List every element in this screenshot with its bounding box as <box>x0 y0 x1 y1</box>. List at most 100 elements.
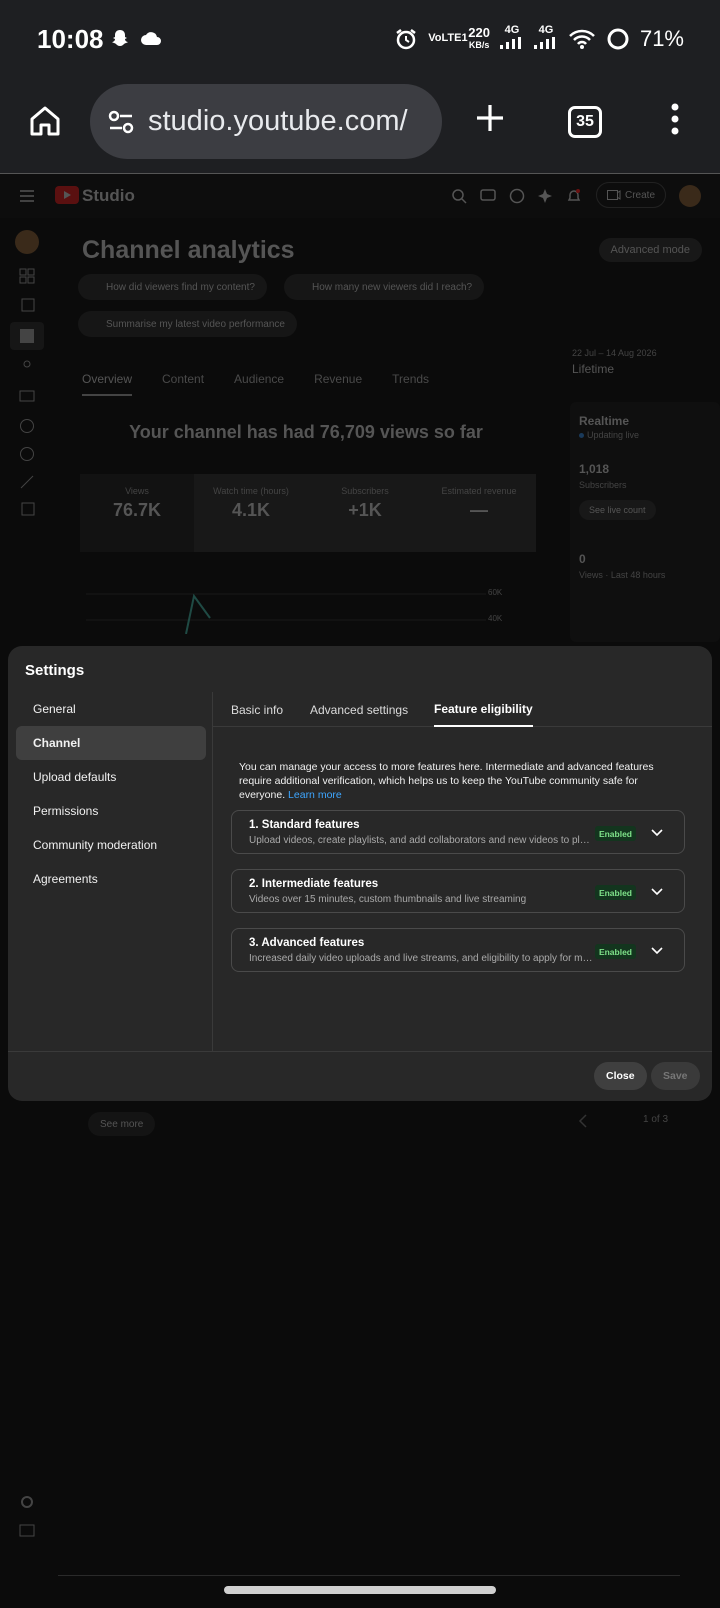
status-badge: Enabled <box>594 944 636 959</box>
nav-item-permissions[interactable]: Permissions <box>16 794 206 828</box>
chevron-down-icon[interactable] <box>650 943 664 957</box>
metric-cards: Views 76.7K Watch time (hours) 4.1K Subscr… <box>80 474 536 552</box>
nav-item-general[interactable]: General <box>16 692 206 726</box>
help-icon[interactable] <box>509 188 525 204</box>
create-button[interactable]: Create <box>596 182 667 208</box>
chevron-down-icon[interactable] <box>650 825 664 839</box>
tab-audience[interactable]: Audience <box>234 372 284 396</box>
status-bar: 10:08 VoLTE1 220 KB/s 4G 4G 71% <box>0 0 720 80</box>
content-icon[interactable] <box>19 298 35 314</box>
analytics-tabs: Overview Content Audience Revenue Trends <box>82 372 429 396</box>
metric-label: Views <box>125 486 149 496</box>
feature-description: Upload videos, create playlists, and add… <box>249 835 594 846</box>
subtitles-icon[interactable] <box>19 388 35 404</box>
analytics-icon[interactable] <box>19 328 35 344</box>
date-range: 22 Jul – 14 Aug 2026 <box>572 348 657 358</box>
settings-gear-icon[interactable] <box>19 1494 35 1510</box>
account-avatar[interactable] <box>679 185 701 207</box>
metric-card[interactable]: Views 76.7K <box>80 474 194 552</box>
tab-switcher-button[interactable]: 35 <box>568 106 602 138</box>
tab-trends[interactable]: Trends <box>392 372 429 396</box>
metric-card[interactable]: Subscribers +1K <box>308 474 422 552</box>
notifications-icon[interactable] <box>566 188 582 204</box>
cloud-icon <box>141 32 161 45</box>
learn-more-link[interactable]: Learn more <box>288 789 342 801</box>
feature-card-advanced[interactable]: 3. Advanced features Increased daily vid… <box>231 928 685 972</box>
nav-item-upload-defaults[interactable]: Upload defaults <box>16 760 206 794</box>
gesture-home-bar[interactable] <box>224 1586 496 1594</box>
page-title: Channel analytics <box>82 236 295 264</box>
realtime-title: Realtime <box>579 414 630 428</box>
save-button[interactable]: Save <box>651 1062 700 1090</box>
status-system-icons: VoLTE1 220 KB/s 4G 4G 71% <box>394 24 684 53</box>
signal-2: 4G <box>533 24 558 53</box>
suggestion-chip[interactable]: How did viewers find my content? <box>78 274 267 300</box>
tab-feature-eligibility[interactable]: Feature eligibility <box>434 692 533 727</box>
nav-item-community-moderation[interactable]: Community moderation <box>16 828 206 862</box>
metric-value: 76.7K <box>112 500 162 520</box>
feature-card-intermediate[interactable]: 2. Intermediate features Videos over 15 … <box>231 869 685 913</box>
url-bar[interactable]: studio.youtube.com/ <box>90 84 442 159</box>
earn-icon[interactable] <box>19 446 35 462</box>
metric-value: +1K <box>348 500 382 520</box>
browser-toolbar: studio.youtube.com/ 35 <box>0 80 720 174</box>
dialog-title: Settings <box>25 662 85 679</box>
net-speed-unit: KB/s <box>468 39 490 50</box>
more-menu-icon[interactable] <box>665 102 685 136</box>
signal-1-label: 4G <box>504 24 520 36</box>
home-icon[interactable] <box>28 104 62 138</box>
close-button[interactable]: Close <box>594 1062 647 1090</box>
realtime-status: Updating live <box>579 430 639 440</box>
nav-item-agreements[interactable]: Agreements <box>16 862 206 896</box>
channel-avatar[interactable] <box>15 230 39 254</box>
signal-bars-icon <box>533 37 555 49</box>
community-icon[interactable] <box>19 358 35 374</box>
net-speed-value: 220 <box>468 24 490 40</box>
divider <box>58 1575 680 1576</box>
advanced-mode-button[interactable]: Advanced mode <box>598 238 702 262</box>
metric-card[interactable]: Watch time (hours) 4.1K <box>194 474 308 552</box>
live-dot-icon <box>579 432 584 438</box>
dashboard-icon[interactable] <box>19 268 35 284</box>
sparkle-icon[interactable] <box>537 188 553 204</box>
tab-revenue[interactable]: Revenue <box>314 372 362 396</box>
search-icon[interactable] <box>451 188 467 204</box>
suggestion-chip[interactable]: Summarise my latest video performance <box>78 311 297 337</box>
youtube-logo-icon[interactable] <box>55 186 79 204</box>
period-selector[interactable]: Lifetime <box>572 362 614 376</box>
feedback-icon[interactable] <box>480 188 496 204</box>
send-feedback-icon[interactable] <box>19 1524 35 1540</box>
site-settings-icon[interactable] <box>106 107 136 137</box>
metric-label: Subscribers <box>341 486 389 496</box>
tab-content[interactable]: Content <box>162 372 204 396</box>
feature-title: 3. Advanced features <box>249 937 365 949</box>
studio-header: Studio Create <box>0 174 720 218</box>
views-chart <box>86 593 486 634</box>
vertical-divider <box>212 692 213 1051</box>
realtime-views-label: Views · Last 48 hours <box>579 570 666 580</box>
chart-tick: 40K <box>488 614 503 623</box>
realtime-subs-label: Subscribers <box>579 480 627 490</box>
hamburger-menu-icon[interactable] <box>20 190 34 202</box>
feature-description: Increased daily video uploads and live s… <box>249 953 594 964</box>
settings-nav: General Channel Upload defaults Permissi… <box>16 692 206 896</box>
tab-advanced-settings[interactable]: Advanced settings <box>310 692 408 727</box>
feature-title: 1. Standard features <box>249 819 360 831</box>
chevron-left-icon[interactable] <box>578 1114 588 1128</box>
tab-basic-info[interactable]: Basic info <box>231 692 283 727</box>
see-more-button[interactable]: See more <box>88 1112 156 1136</box>
metric-card[interactable]: Estimated revenue — <box>422 474 536 552</box>
feature-card-standard[interactable]: 1. Standard features Upload videos, crea… <box>231 810 685 854</box>
see-live-count-button[interactable]: See live count <box>579 500 656 520</box>
tab-overview[interactable]: Overview <box>82 372 133 396</box>
customization-icon[interactable] <box>19 474 35 490</box>
nav-item-channel[interactable]: Channel <box>16 726 206 760</box>
feature-description: Videos over 15 minutes, custom thumbnail… <box>249 894 527 905</box>
status-time: 10:08 <box>37 24 104 54</box>
new-tab-icon[interactable] <box>474 102 506 134</box>
audio-library-icon[interactable] <box>19 502 35 518</box>
status-badge: Enabled <box>594 826 636 841</box>
url-text[interactable]: studio.youtube.com/ <box>148 105 426 138</box>
suggestion-chip[interactable]: How many new viewers did I reach? <box>284 274 485 300</box>
chevron-down-icon[interactable] <box>650 884 664 898</box>
